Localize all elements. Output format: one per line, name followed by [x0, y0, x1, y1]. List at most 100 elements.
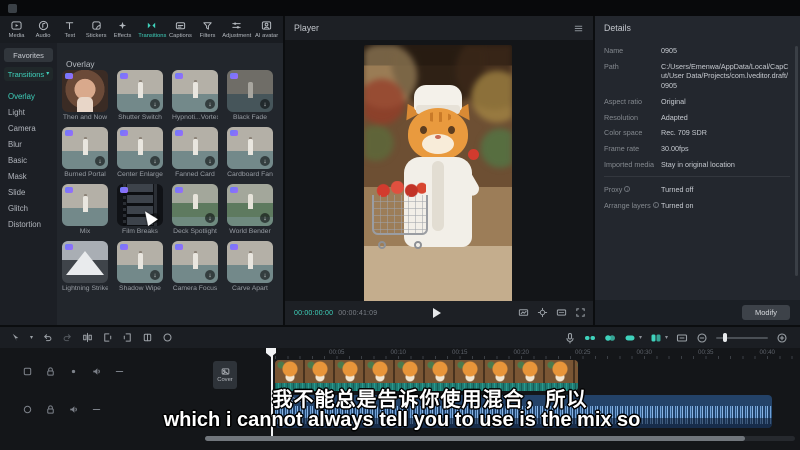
tab-transitions[interactable]: Transitions	[137, 20, 168, 39]
zoom-in-icon[interactable]	[776, 332, 788, 344]
transition-item[interactable]: ↓ Deck Spotlight	[172, 184, 218, 235]
split-icon[interactable]	[82, 332, 93, 343]
transition-item[interactable]: ↓ Shutter Switch	[117, 70, 163, 121]
transition-thumbnail[interactable]: ↓	[117, 184, 163, 226]
freeze-frame-icon[interactable]	[142, 332, 153, 343]
transition-thumbnail[interactable]: ↓	[172, 70, 218, 112]
transition-thumbnail[interactable]: ↓	[172, 241, 218, 283]
collapse-track-icon[interactable]	[91, 404, 102, 415]
transition-item[interactable]: ↓ Hypnoti...Vortex	[172, 70, 218, 121]
sidebar-category-item[interactable]: Blur	[0, 137, 57, 153]
main-track-magnet-icon[interactable]	[584, 332, 596, 344]
delete-right-icon[interactable]	[122, 332, 133, 343]
sidebar-category-item[interactable]: Mask	[0, 169, 57, 185]
info-icon[interactable]: i	[653, 202, 659, 208]
timeline-scrollbar-thumb[interactable]	[205, 436, 745, 441]
info-icon[interactable]: i	[624, 186, 630, 192]
transition-item[interactable]: ↓ Burned Portal	[62, 127, 108, 178]
download-icon[interactable]: ↓	[205, 213, 215, 223]
transition-thumbnail[interactable]: ↓	[117, 70, 163, 112]
preview-axis-icon[interactable]	[650, 332, 662, 344]
mute-icon[interactable]	[91, 366, 102, 377]
download-icon[interactable]: ↓	[260, 270, 270, 280]
player-menu-icon[interactable]	[573, 23, 584, 34]
chevron-down-icon[interactable]: ▾	[30, 335, 33, 341]
sidebar-category-item[interactable]: Camera	[0, 121, 57, 137]
transition-item[interactable]: ↓ Film Breaks	[117, 184, 163, 235]
transition-thumbnail[interactable]: ↓	[62, 70, 108, 112]
track-target-icon[interactable]	[22, 366, 33, 377]
sidebar-category-item[interactable]: Glitch	[0, 201, 57, 217]
sidebar-category-item[interactable]: Distortion	[0, 217, 57, 233]
tab-filters[interactable]: Filters	[195, 20, 221, 39]
sidebar-category-item[interactable]: Light	[0, 105, 57, 121]
download-icon[interactable]: ↓	[95, 156, 105, 166]
lock-icon[interactable]	[45, 366, 56, 377]
transition-item[interactable]: ↓ Lightning Strike	[62, 241, 108, 292]
download-icon[interactable]: ↓	[205, 270, 215, 280]
timeline-view-icon[interactable]	[676, 332, 688, 344]
transition-thumbnail[interactable]: ↓	[62, 241, 108, 283]
zoom-slider-handle[interactable]	[723, 333, 727, 342]
favorites-button[interactable]: Favorites	[4, 48, 53, 62]
sidebar-category-item[interactable]: Slide	[0, 185, 57, 201]
modify-button[interactable]: Modify	[742, 305, 790, 320]
download-icon[interactable]: ↓	[205, 156, 215, 166]
download-icon[interactable]: ↓	[150, 270, 160, 280]
tab-captions[interactable]: Captions	[168, 20, 194, 39]
mute-icon[interactable]	[68, 404, 79, 415]
transition-item[interactable]: ↓ Camera Focus	[172, 241, 218, 292]
undo-icon[interactable]	[42, 332, 53, 343]
tab-adjustment[interactable]: Adjustment	[221, 20, 253, 39]
download-icon[interactable]: ↓	[205, 99, 215, 109]
delete-left-icon[interactable]	[102, 332, 113, 343]
transition-thumbnail[interactable]: ↓	[172, 127, 218, 169]
render-quality-icon[interactable]	[518, 307, 529, 318]
transition-thumbnail[interactable]: ↓	[62, 184, 108, 226]
transition-thumbnail[interactable]: ↓	[117, 127, 163, 169]
transition-item[interactable]: ↓ Then and Now	[62, 70, 108, 121]
tab-ai-avatar[interactable]: AI avatar	[254, 20, 280, 39]
preview-focus-icon[interactable]	[537, 307, 548, 318]
timeline-ruler[interactable]: 00:0500:1000:1500:2000:2500:3000:3500:40	[0, 348, 800, 360]
transition-thumbnail[interactable]: ↓	[227, 241, 273, 283]
hide-track-icon[interactable]	[68, 366, 79, 377]
transition-item[interactable]: ↓ Black Fade	[227, 70, 273, 121]
transition-item[interactable]: ↓ Cardboard Fan	[227, 127, 273, 178]
collapse-track-icon[interactable]	[114, 366, 125, 377]
transition-thumbnail[interactable]: ↓	[117, 241, 163, 283]
play-button[interactable]	[433, 308, 441, 318]
transition-thumbnail[interactable]: ↓	[227, 127, 273, 169]
sidebar-category-item[interactable]: Overlay	[0, 89, 57, 105]
transition-thumbnail[interactable]: ↓	[227, 70, 273, 112]
transition-thumbnail[interactable]: ↓	[62, 127, 108, 169]
fullscreen-icon[interactable]	[575, 307, 586, 318]
download-icon[interactable]: ↓	[150, 99, 160, 109]
tab-media[interactable]: Media	[4, 20, 30, 39]
details-scrollbar[interactable]	[795, 46, 798, 276]
lock-icon[interactable]	[45, 404, 56, 415]
chevron-down-icon[interactable]: ▾	[639, 335, 642, 341]
tab-effects[interactable]: Effects	[110, 20, 136, 39]
transition-item[interactable]: ↓ Fanned Card	[172, 127, 218, 178]
video-preview[interactable]	[364, 45, 512, 303]
transitions-category-button[interactable]: Transitions ▾	[4, 67, 53, 81]
transition-item[interactable]: ↓ Mix	[62, 184, 108, 235]
cover-button[interactable]: Cover	[213, 361, 237, 389]
timeline-zoom-slider[interactable]	[716, 337, 768, 339]
transition-item[interactable]: ↓ Center Enlarge	[117, 127, 163, 178]
select-tool-icon[interactable]	[10, 332, 21, 343]
transition-item[interactable]: ↓ Shadow Wipe	[117, 241, 163, 292]
voiceover-mic-icon[interactable]	[564, 332, 576, 344]
linkage-icon[interactable]	[624, 332, 636, 344]
timeline-scrollbar[interactable]	[205, 436, 795, 441]
download-icon[interactable]: ↓	[260, 213, 270, 223]
redo-icon[interactable]	[62, 332, 73, 343]
transition-item[interactable]: ↓ World Bender	[227, 184, 273, 235]
chevron-down-icon[interactable]: ▾	[665, 335, 668, 341]
download-icon[interactable]: ↓	[260, 99, 270, 109]
track-target-icon[interactable]	[22, 404, 33, 415]
download-icon[interactable]: ↓	[260, 156, 270, 166]
auto-snap-icon[interactable]	[604, 332, 616, 344]
tab-text[interactable]: Text	[57, 20, 83, 39]
